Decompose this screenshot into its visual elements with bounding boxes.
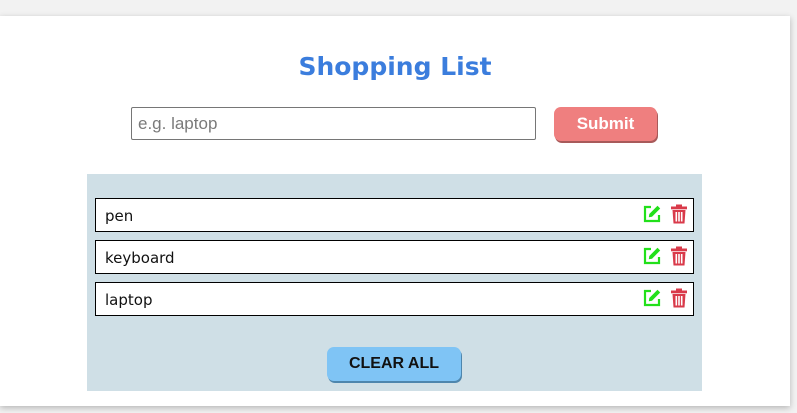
delete-button[interactable] [668, 287, 690, 309]
trash-icon [671, 204, 687, 224]
list-item-label: keyboard [105, 249, 175, 267]
clear-all-button[interactable]: CLEAR ALL [327, 347, 461, 381]
edit-button[interactable] [641, 287, 663, 309]
delete-button[interactable] [668, 203, 690, 225]
list-panel: pen keyboard laptop CLEAR ALL [87, 174, 702, 391]
list-item-label: laptop [105, 291, 153, 309]
trash-icon [671, 246, 687, 266]
edit-button[interactable] [641, 245, 663, 267]
list-item: keyboard [95, 240, 694, 274]
list-item: laptop [95, 282, 694, 316]
submit-button[interactable]: Submit [554, 107, 657, 141]
edit-icon [643, 205, 661, 223]
edit-icon [643, 289, 661, 307]
list-item-label: pen [105, 207, 134, 225]
list-item: pen [95, 198, 694, 232]
delete-button[interactable] [668, 245, 690, 267]
edit-button[interactable] [641, 203, 663, 225]
item-input[interactable] [131, 107, 536, 140]
page-title: Shopping List [298, 52, 492, 81]
edit-icon [643, 247, 661, 265]
trash-icon [671, 288, 687, 308]
shopping-list-card: Shopping List Submit pen [0, 16, 790, 406]
